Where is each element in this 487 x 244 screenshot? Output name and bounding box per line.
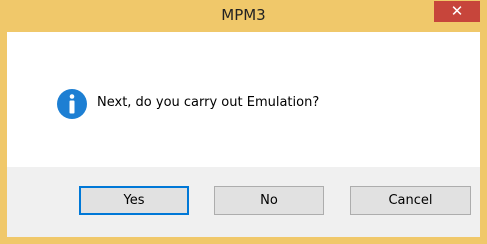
info-icon (57, 89, 87, 119)
dialog-window: MPM3 ✕ Next, do you carry out Emulation?… (0, 0, 487, 244)
message-area: Next, do you carry out Emulation? (7, 32, 480, 167)
dialog-client-area: Next, do you carry out Emulation? Yes No… (7, 32, 480, 237)
close-button[interactable]: ✕ (434, 1, 480, 22)
title-bar[interactable]: MPM3 ✕ (0, 0, 487, 32)
yes-button[interactable]: Yes (79, 186, 189, 215)
dialog-message: Next, do you carry out Emulation? (97, 95, 320, 110)
window-title: MPM3 (221, 6, 266, 24)
close-icon: ✕ (450, 2, 464, 20)
no-button[interactable]: No (214, 186, 324, 215)
cancel-button[interactable]: Cancel (350, 186, 471, 215)
